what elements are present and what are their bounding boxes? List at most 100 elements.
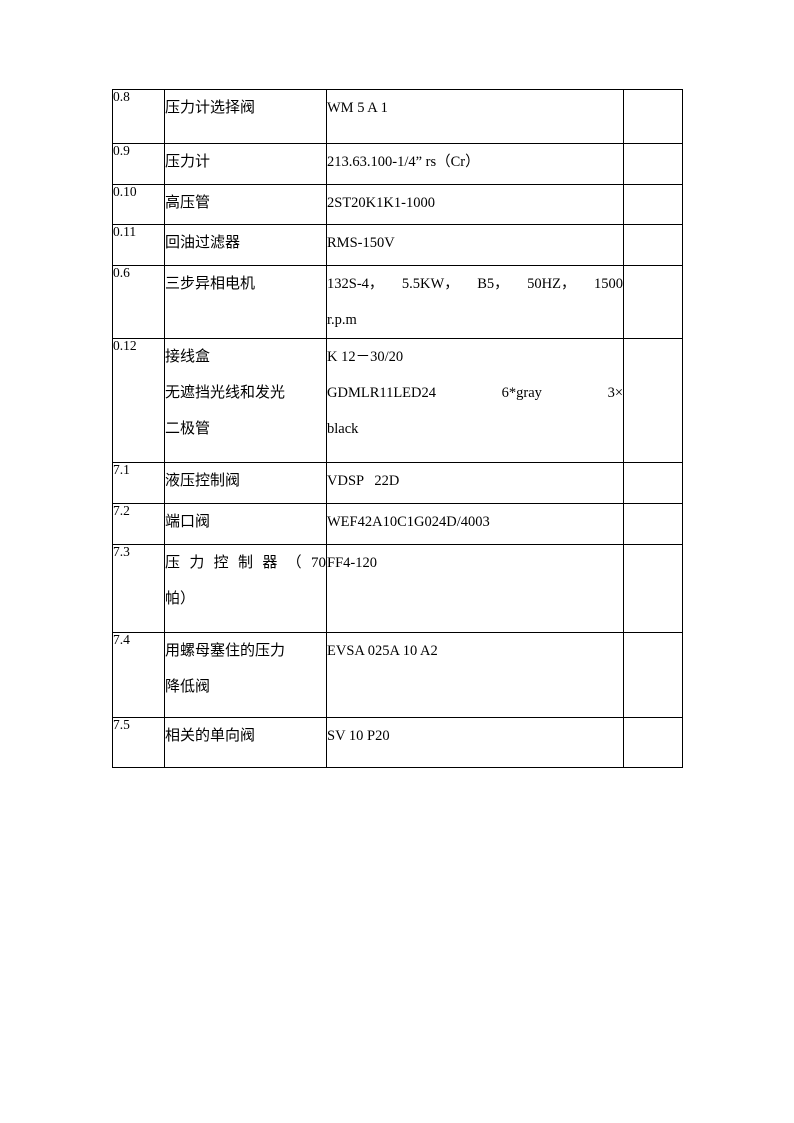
name-part: 力 [189, 555, 205, 571]
cell-note [623, 89, 683, 144]
specification-table: 0.8 压力计选择阀 WM 5 A 1 0.9 压力计 213.63.100-1… [112, 89, 683, 768]
cell-note [623, 503, 683, 545]
model-line: WEF42A10C1G024D/4003 [327, 514, 490, 530]
cell-index: 0.6 [112, 265, 165, 339]
model-line: 2ST20K1K1-1000 [327, 195, 435, 211]
cell-name: 压 力 控 制 器 （ 70 帕） [164, 544, 327, 633]
model-line: 132S-4， 5.5KW， B5， 50HZ， 1500 [327, 266, 623, 302]
model-part: 50HZ， [527, 276, 576, 292]
model-part: 5.5KW， [401, 276, 459, 292]
name-line: 帕） [165, 591, 196, 607]
model-line: RMS-150V [327, 235, 395, 251]
name-part: 器 [262, 555, 278, 571]
table-row: 0.12 接线盒 无遮挡光线和发光 二极管 K 12－30/20 GDMLR11… [112, 338, 683, 463]
model-part: B5， [477, 276, 509, 292]
cell-note [623, 462, 683, 504]
cell-model: 2ST20K1K1-1000 [326, 184, 624, 225]
table-row: 0.9 压力计 213.63.100-1/4” rs（Cr） [112, 143, 683, 185]
model-part: 3× [607, 385, 623, 401]
cell-note [623, 338, 683, 463]
table-row: 0.6 三步异相电机 132S-4， 5.5KW， B5， 50HZ， 1500… [112, 265, 683, 339]
name-line: 二极管 [165, 421, 211, 437]
cell-model: K 12－30/20 GDMLR11LED24 6*gray 3× black [326, 338, 624, 463]
cell-index: 0.10 [112, 184, 165, 225]
document-page: 0.8 压力计选择阀 WM 5 A 1 0.9 压力计 213.63.100-1… [0, 0, 794, 1123]
cell-name: 相关的单向阀 [164, 717, 327, 768]
name-part: （ [286, 555, 302, 571]
name-line: 无遮挡光线和发光 [165, 385, 286, 401]
cell-model: EVSA 025A 10 A2 [326, 632, 624, 718]
name-line: 接线盒 [165, 349, 211, 365]
cell-index: 7.3 [112, 544, 165, 633]
cell-model: 132S-4， 5.5KW， B5， 50HZ， 1500 r.p.m [326, 265, 624, 339]
cell-note [623, 184, 683, 225]
name-line: 压力计 [165, 154, 211, 170]
cell-index: 7.1 [112, 462, 165, 504]
cell-name: 用螺母塞住的压力 降低阀 [164, 632, 327, 718]
cell-index: 0.8 [112, 89, 165, 144]
model-line: VDSP 22D [327, 473, 400, 489]
table-row: 7.1 液压控制阀 VDSP 22D [112, 462, 683, 504]
cell-note [623, 717, 683, 768]
cell-model: WM 5 A 1 [326, 89, 624, 144]
cell-name: 液压控制阀 [164, 462, 327, 504]
cell-index: 7.2 [112, 503, 165, 545]
model-part: 1500 [593, 276, 623, 292]
name-line: 液压控制阀 [165, 473, 241, 489]
name-line: 降低阀 [165, 679, 211, 695]
name-line: 相关的单向阀 [165, 728, 256, 744]
table-row: 0.10 高压管 2ST20K1K1-1000 [112, 184, 683, 225]
name-line: 端口阀 [165, 514, 211, 530]
model-line: 213.63.100-1/4” rs（Cr） [327, 154, 480, 170]
table-row: 0.8 压力计选择阀 WM 5 A 1 [112, 89, 683, 144]
table-row: 7.2 端口阀 WEF42A10C1G024D/4003 [112, 503, 683, 545]
cell-index: 0.11 [112, 224, 165, 266]
table-row: 7.5 相关的单向阀 SV 10 P20 [112, 717, 683, 768]
model-line: GDMLR11LED24 6*gray 3× [327, 375, 623, 411]
table-body: 0.8 压力计选择阀 WM 5 A 1 0.9 压力计 213.63.100-1… [112, 89, 683, 768]
model-line: black [327, 421, 359, 437]
cell-name: 压力计选择阀 [164, 89, 327, 144]
model-part: 132S-4， [327, 276, 384, 292]
cell-index: 7.4 [112, 632, 165, 718]
model-line: SV 10 P20 [327, 728, 390, 744]
model-line: r.p.m [327, 312, 357, 328]
cell-note [623, 544, 683, 633]
name-part: 70 [310, 555, 326, 571]
cell-model: SV 10 P20 [326, 717, 624, 768]
name-line: 压 力 控 制 器 （ 70 [165, 545, 326, 581]
name-part: 制 [237, 555, 253, 571]
name-part: 压 [165, 555, 181, 571]
cell-model: 213.63.100-1/4” rs（Cr） [326, 143, 624, 185]
model-line: EVSA 025A 10 A2 [327, 643, 438, 659]
model-line: FF4-120 [327, 555, 377, 571]
name-part: 控 [213, 555, 229, 571]
cell-note [623, 224, 683, 266]
cell-index: 7.5 [112, 717, 165, 768]
cell-note [623, 143, 683, 185]
model-part: 6*gray [501, 385, 542, 401]
cell-model: WEF42A10C1G024D/4003 [326, 503, 624, 545]
name-line: 高压管 [165, 195, 211, 211]
cell-index: 0.12 [112, 338, 165, 463]
cell-model: FF4-120 [326, 544, 624, 633]
name-line: 回油过滤器 [165, 235, 241, 251]
model-line: WM 5 A 1 [327, 100, 388, 116]
table-row: 7.4 用螺母塞住的压力 降低阀 EVSA 025A 10 A2 [112, 632, 683, 718]
table-row: 0.11 回油过滤器 RMS-150V [112, 224, 683, 266]
cell-name: 端口阀 [164, 503, 327, 545]
cell-note [623, 265, 683, 339]
model-line: K 12－30/20 [327, 349, 404, 365]
cell-note [623, 632, 683, 718]
cell-name: 接线盒 无遮挡光线和发光 二极管 [164, 338, 327, 463]
cell-name: 压力计 [164, 143, 327, 185]
model-part: GDMLR11LED24 [327, 385, 437, 401]
name-line: 三步异相电机 [165, 276, 256, 292]
name-line: 压力计选择阀 [165, 100, 256, 116]
cell-name: 三步异相电机 [164, 265, 327, 339]
name-line: 用螺母塞住的压力 [165, 643, 286, 659]
cell-name: 高压管 [164, 184, 327, 225]
cell-name: 回油过滤器 [164, 224, 327, 266]
table-row: 7.3 压 力 控 制 器 （ 70 帕） FF4-120 [112, 544, 683, 633]
cell-model: VDSP 22D [326, 462, 624, 504]
